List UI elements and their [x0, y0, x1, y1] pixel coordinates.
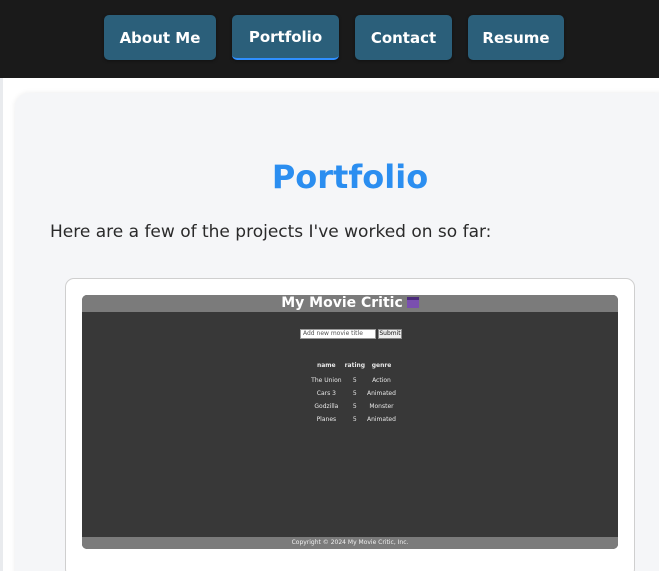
intro-text: Here are a few of the projects I've work…	[50, 222, 492, 242]
cell-rating: 5	[352, 377, 357, 384]
cell-genre: Animated	[366, 390, 396, 397]
table-row: Planes 5 Animated	[308, 413, 398, 426]
cell-genre: Animated	[366, 416, 396, 423]
table-row: Cars 3 5 Animated	[308, 387, 398, 400]
nav-resume-button[interactable]: Resume	[468, 15, 564, 60]
movie-title-input: Add new movie title	[300, 329, 376, 339]
app-header: My Movie Critic	[82, 295, 618, 312]
clapperboard-icon	[406, 297, 419, 308]
cell-genre: Monster	[369, 403, 394, 410]
movie-table: name rating genre The Union 5 Action Car…	[308, 359, 398, 426]
nav-about-me-button[interactable]: About Me	[104, 15, 216, 60]
submit-button: Submit	[378, 329, 402, 339]
app-title: My Movie Critic	[281, 295, 403, 311]
page-title: Portfolio	[271, 158, 429, 196]
app-footer: Copyright © 2024 My Movie Critic, Inc.	[82, 537, 618, 549]
header-genre: genre	[371, 362, 392, 369]
top-navbar: About Me Portfolio Contact Resume	[0, 0, 659, 78]
table-row: The Union 5 Action	[308, 374, 398, 387]
cell-name: Cars 3	[316, 390, 336, 397]
cell-name: Planes	[316, 416, 337, 423]
nav-contact-button[interactable]: Contact	[355, 15, 452, 60]
project-screenshot[interactable]: My Movie Critic Add new movie title Subm…	[82, 295, 618, 549]
table-header-row: name rating genre	[308, 359, 398, 372]
page-edge	[0, 78, 3, 571]
cell-name: Godzilla	[314, 403, 339, 410]
cell-rating: 5	[352, 403, 357, 410]
nav-portfolio-button[interactable]: Portfolio	[232, 15, 339, 60]
cell-genre: Action	[372, 377, 391, 384]
header-rating: rating	[344, 362, 366, 369]
cell-rating: 5	[352, 390, 357, 397]
cell-name: The Union	[311, 377, 342, 384]
table-row: Godzilla 5 Monster	[308, 400, 398, 413]
cell-rating: 5	[352, 416, 357, 423]
header-name: name	[316, 362, 336, 369]
